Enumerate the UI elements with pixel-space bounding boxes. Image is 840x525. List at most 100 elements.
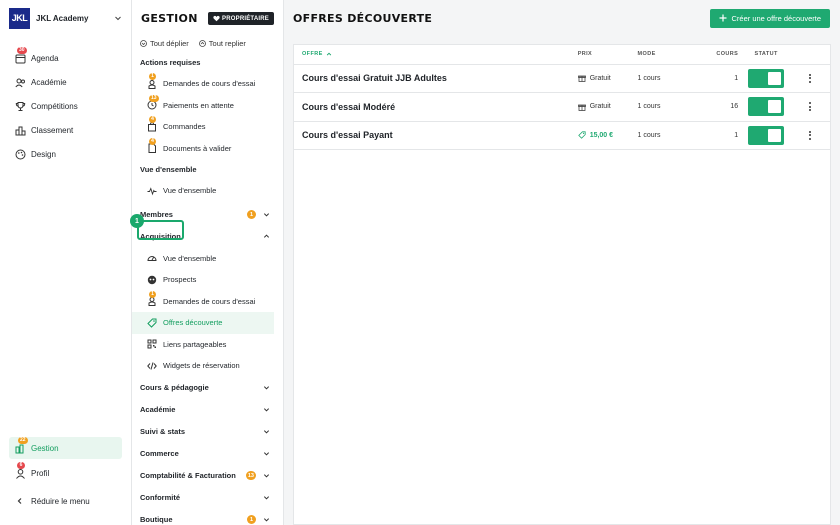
nav-item-agenda[interactable]: 30 Agenda [0, 46, 131, 70]
section-label: Membres [140, 210, 173, 219]
org-switcher[interactable]: JKL JKL Academy [0, 0, 131, 36]
create-offer-button[interactable]: Créer une offre découverte [709, 8, 830, 28]
heart-icon [213, 15, 222, 22]
collapse-icon [198, 39, 206, 47]
acq-label: Demandes de cours d'essai [163, 296, 256, 306]
column-offer-label: OFFRE [302, 51, 323, 58]
nav-item-competitions[interactable]: Compétitions [0, 94, 131, 118]
left-navigation: JKL JKL Academy 30 Agenda Académie Compé… [0, 0, 132, 525]
status-toggle[interactable] [748, 97, 785, 117]
prospects-icon [146, 274, 157, 285]
gestion-icon: 22 [14, 437, 28, 454]
section-label: Boutique [140, 515, 173, 524]
action-label: Documents à valider [163, 143, 232, 153]
column-offer[interactable]: OFFRE [294, 45, 578, 65]
offer-mode: 1 cours [637, 64, 700, 93]
section-boutique[interactable]: Boutique 1 [132, 509, 283, 525]
panel-title: GESTION [141, 12, 198, 25]
acq-discovery-offers[interactable]: Offres découverte [132, 312, 274, 334]
expand-all-button[interactable]: Tout déplier [140, 39, 189, 48]
nav-label: Compétitions [31, 101, 78, 111]
nav-item-profil[interactable]: 6 Profil [0, 461, 131, 485]
table-row[interactable]: Cours d'essai Payant 15,00 € 1 cours 1 [294, 121, 830, 150]
collapse-all-button[interactable]: Tout replier [198, 38, 246, 48]
acq-prospects[interactable]: Prospects [132, 269, 283, 291]
pulse-icon [146, 185, 157, 196]
tag-icon [146, 317, 157, 328]
offer-status-cell [742, 121, 791, 150]
plus-icon [719, 14, 727, 22]
offer-status-cell [742, 64, 791, 93]
offer-courses: 16 [699, 92, 743, 122]
acq-label: Prospects [163, 275, 197, 285]
section-label: Cours & pédagogie [140, 383, 209, 392]
table-row[interactable]: Cours d'essai Modéré Gratuit 1 cours 16 [294, 92, 830, 122]
more-options-icon[interactable] [806, 130, 814, 140]
expand-icon [140, 39, 147, 47]
acq-label: Liens partageables [163, 339, 227, 349]
acq-overview[interactable]: Vue d'ensemble [132, 248, 283, 270]
section-label: Conformité [140, 493, 180, 502]
table-row[interactable]: Cours d'essai Gratuit JJB Adultes Gratui… [294, 64, 830, 93]
podium-icon [14, 124, 26, 136]
owner-badge[interactable]: PROPRIÉTAIRE [208, 12, 274, 25]
section-label: Comptabilité & Facturation [140, 471, 236, 480]
nav-item-classement[interactable]: Classement [0, 118, 131, 142]
main-content: OFFRES DÉCOUVERTE Créer une offre découv… [285, 0, 840, 525]
section-suivi[interactable]: Suivi & stats [132, 421, 283, 443]
collapse-all-label: Tout replier [208, 38, 246, 48]
offer-price-cell: Gratuit [577, 92, 638, 122]
offer-status-cell [742, 92, 791, 122]
status-toggle[interactable] [748, 68, 785, 88]
more-options-icon[interactable] [806, 73, 814, 83]
chevron-down-icon [263, 516, 270, 523]
nav-item-gestion[interactable]: 22 Gestion [9, 437, 122, 459]
section-cours[interactable]: Cours & pédagogie [132, 377, 283, 399]
offers-table: OFFRE PRIX MODE COURS STATUT Cours d'ess… [293, 44, 831, 525]
offer-courses: 1 [699, 121, 743, 150]
collapse-menu-button[interactable]: Réduire le menu [0, 489, 131, 513]
action-badge: 13 [149, 94, 159, 102]
action-label: Commandes [163, 122, 206, 132]
nav-label: Classement [31, 125, 74, 135]
offer-name: Cours d'essai Payant [294, 121, 578, 150]
acq-widgets[interactable]: Widgets de réservation [132, 355, 283, 377]
document-icon: 4 [146, 137, 157, 154]
overview-item[interactable]: Vue d'ensemble [132, 180, 283, 202]
chevron-down-icon [114, 14, 122, 22]
offer-price: 15,00 € [589, 131, 614, 139]
column-status: STATUT [742, 45, 791, 65]
nav-label: Réduire le menu [31, 496, 90, 506]
chevron-up-icon [263, 233, 270, 240]
section-conformite[interactable]: Conformité [132, 487, 283, 509]
status-toggle[interactable] [748, 125, 785, 145]
acq-share-links[interactable]: Liens partageables [132, 334, 283, 356]
payment-icon: 13 [146, 94, 159, 111]
profil-badge: 6 [17, 462, 25, 469]
nav-item-academie[interactable]: Académie [0, 70, 131, 94]
section-label: Commerce [140, 449, 179, 458]
gift-icon [577, 74, 586, 83]
chevron-left-icon [14, 495, 26, 507]
section-label: Académie [140, 405, 176, 414]
trial-request-icon: 1 [146, 73, 157, 89]
acq-label: Offres découverte [163, 318, 223, 328]
section-comptabilite[interactable]: Comptabilité & Facturation 13 [132, 465, 283, 487]
section-academie[interactable]: Académie [132, 399, 283, 421]
offer-menu-cell [790, 92, 830, 122]
nav-label: Académie [31, 77, 67, 87]
gestion-panel: GESTION PROPRIÉTAIRE Tout déplier Tout r… [132, 0, 284, 525]
action-trial-requests[interactable]: 1 Demandes de cours d'essai [132, 73, 283, 95]
qr-code-icon [146, 339, 157, 350]
section-commerce[interactable]: Commerce [132, 443, 283, 465]
more-options-icon[interactable] [806, 102, 814, 112]
nav-item-design[interactable]: Design [0, 142, 131, 166]
expand-all-label: Tout déplier [150, 38, 189, 48]
nav-label: Gestion [31, 443, 59, 453]
gift-icon [577, 103, 586, 111]
action-documents[interactable]: 4 Documents à valider [132, 137, 283, 160]
overview-title: Vue d'ensemble [140, 165, 197, 174]
action-pending-payments[interactable]: 13 Paiements en attente [132, 94, 283, 117]
action-orders[interactable]: 4 Commandes [132, 116, 283, 138]
acq-trial-requests[interactable]: 1 Demandes de cours d'essai [132, 290, 283, 313]
